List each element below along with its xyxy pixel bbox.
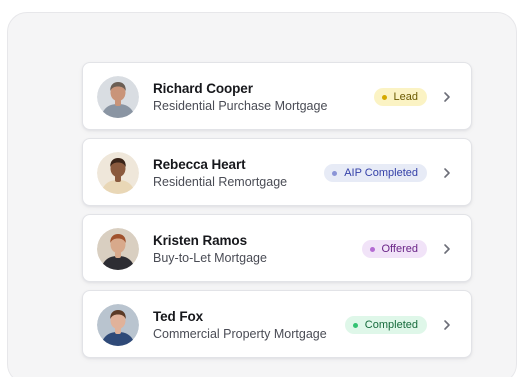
status-label: Lead: [393, 91, 418, 103]
status-dot-icon: [332, 170, 338, 176]
status-badge: Offered: [361, 240, 427, 258]
mortgage-type: Commercial Property Mortgage: [153, 327, 327, 341]
chevron-right-icon[interactable]: [441, 317, 453, 333]
mortgage-type: Residential Remortgage: [153, 175, 288, 189]
status-badge: Lead: [373, 88, 427, 106]
deal-text: Rebecca Heart Residential Remortgage: [153, 157, 287, 190]
chevron-right-icon[interactable]: [441, 241, 453, 257]
avatar: [97, 228, 139, 270]
deal-card[interactable]: Ted Fox Commercial Property Mortgage Com…: [82, 290, 472, 358]
deal-card[interactable]: Rebecca Heart Residential Remortgage AIP…: [82, 138, 472, 206]
status-dot-icon: [381, 94, 387, 100]
deal-card[interactable]: Kristen Ramos Buy-to-Let Mortgage Offere…: [82, 214, 472, 282]
status-dot-icon: [352, 322, 358, 328]
chevron-right-icon[interactable]: [441, 89, 453, 105]
deal-text: Richard Cooper Residential Purchase Mort…: [153, 81, 327, 114]
client-name: Ted Fox: [153, 309, 204, 324]
chevron-right-icon[interactable]: [441, 165, 453, 181]
deal-text: Kristen Ramos Buy-to-Let Mortgage: [153, 233, 267, 266]
status-badge: AIP Completed: [324, 164, 427, 182]
status-label: AIP Completed: [344, 167, 418, 179]
client-name: Rebecca Heart: [153, 157, 246, 172]
deal-card[interactable]: Richard Cooper Residential Purchase Mort…: [82, 62, 472, 130]
mortgage-type: Buy-to-Let Mortgage: [153, 251, 267, 265]
status-badge: Completed: [344, 316, 427, 334]
avatar: [97, 304, 139, 346]
avatar: [97, 76, 139, 118]
client-name: Richard Cooper: [153, 81, 253, 96]
deal-list: Richard Cooper Residential Purchase Mort…: [82, 62, 472, 366]
client-name: Kristen Ramos: [153, 233, 247, 248]
avatar: [97, 152, 139, 194]
status-label: Offered: [381, 243, 419, 255]
deal-text: Ted Fox Commercial Property Mortgage: [153, 309, 327, 342]
status-dot-icon: [369, 246, 375, 252]
status-label: Completed: [364, 319, 418, 331]
mortgage-type: Residential Purchase Mortgage: [153, 99, 328, 113]
deals-panel: Richard Cooper Residential Purchase Mort…: [7, 12, 517, 377]
